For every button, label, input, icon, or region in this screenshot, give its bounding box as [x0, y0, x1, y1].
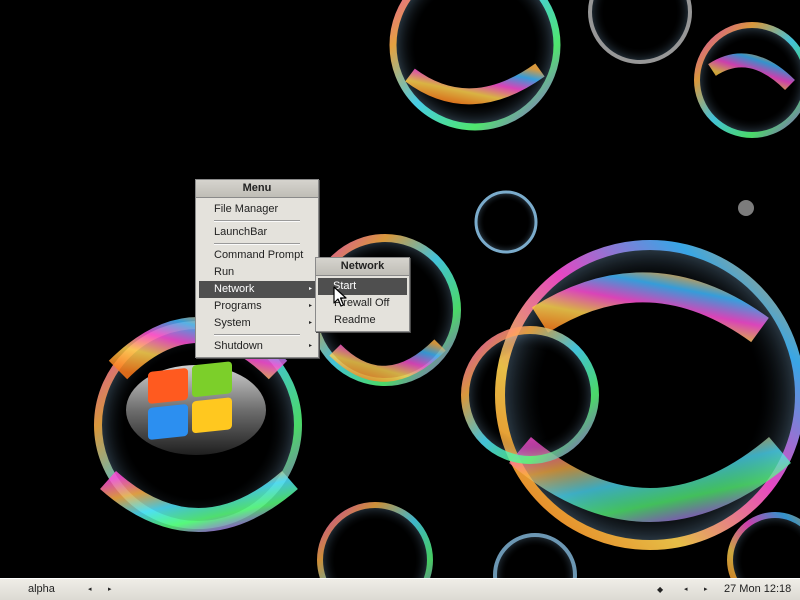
start-menu-items: File Manager LaunchBar Command Prompt Ru… — [196, 198, 318, 357]
menu-separator — [214, 220, 300, 222]
menu-item-launchbar[interactable]: LaunchBar — [196, 224, 318, 241]
submenu-arrow-icon: ▸ — [308, 303, 312, 309]
menu-item-shutdown[interactable]: Shutdown ▸ — [196, 338, 318, 355]
clock[interactable]: 27 Mon 12:18 — [724, 579, 791, 600]
tray-indicator-icon[interactable]: ◆ — [657, 579, 663, 600]
network-submenu: Network Start Firewall Off Readme — [315, 257, 410, 332]
network-submenu-title: Network — [316, 258, 409, 276]
start-menu-title: Menu — [196, 180, 318, 198]
bubble — [317, 502, 433, 578]
menu-item-file-manager[interactable]: File Manager — [196, 201, 318, 218]
submenu-arrow-icon: ▸ — [308, 286, 312, 292]
menu-item-programs[interactable]: Programs ▸ — [196, 298, 318, 315]
menu-item-network[interactable]: Network ▸ — [199, 281, 315, 298]
bubble — [588, 0, 692, 64]
bubble — [461, 326, 599, 464]
taskbar: alpha ◂ ▸ ◆ ◂ ▸ 27 Mon 12:18 — [0, 578, 800, 600]
workspace-name[interactable]: alpha — [28, 579, 55, 600]
menu-item-run[interactable]: Run — [196, 264, 318, 281]
submenu-arrow-icon: ▸ — [308, 343, 312, 349]
submenu-arrow-icon: ▸ — [308, 320, 312, 326]
menu-item-network-start[interactable]: Start — [318, 278, 407, 295]
workspace-next-arrow-icon[interactable]: ▸ — [108, 579, 112, 600]
task-next-arrow-icon[interactable]: ▸ — [704, 579, 708, 600]
menu-item-programs-label: Programs — [214, 300, 262, 312]
menu-item-system-label: System — [214, 317, 251, 329]
menu-item-shutdown-label: Shutdown — [214, 340, 263, 352]
bubble — [474, 190, 538, 254]
bubble — [493, 533, 577, 578]
menu-item-system[interactable]: System ▸ — [196, 315, 318, 332]
menu-separator — [214, 243, 300, 245]
menu-item-command-prompt[interactable]: Command Prompt — [196, 247, 318, 264]
task-prev-arrow-icon[interactable]: ◂ — [684, 579, 688, 600]
mouse-pointer-icon — [333, 286, 347, 307]
desktop: Menu File Manager LaunchBar Command Prom… — [0, 0, 800, 600]
bubble — [727, 512, 800, 578]
menu-item-firewall-off[interactable]: Firewall Off — [316, 295, 409, 312]
menu-item-network-label: Network — [214, 283, 255, 295]
network-submenu-items: Start Firewall Off Readme — [316, 276, 409, 331]
workspace-prev-arrow-icon[interactable]: ◂ — [88, 579, 92, 600]
menu-item-readme[interactable]: Readme — [316, 312, 409, 329]
menu-separator — [214, 334, 300, 336]
bubble — [389, 0, 561, 131]
start-menu: Menu File Manager LaunchBar Command Prom… — [195, 179, 319, 358]
bubble — [738, 200, 754, 216]
